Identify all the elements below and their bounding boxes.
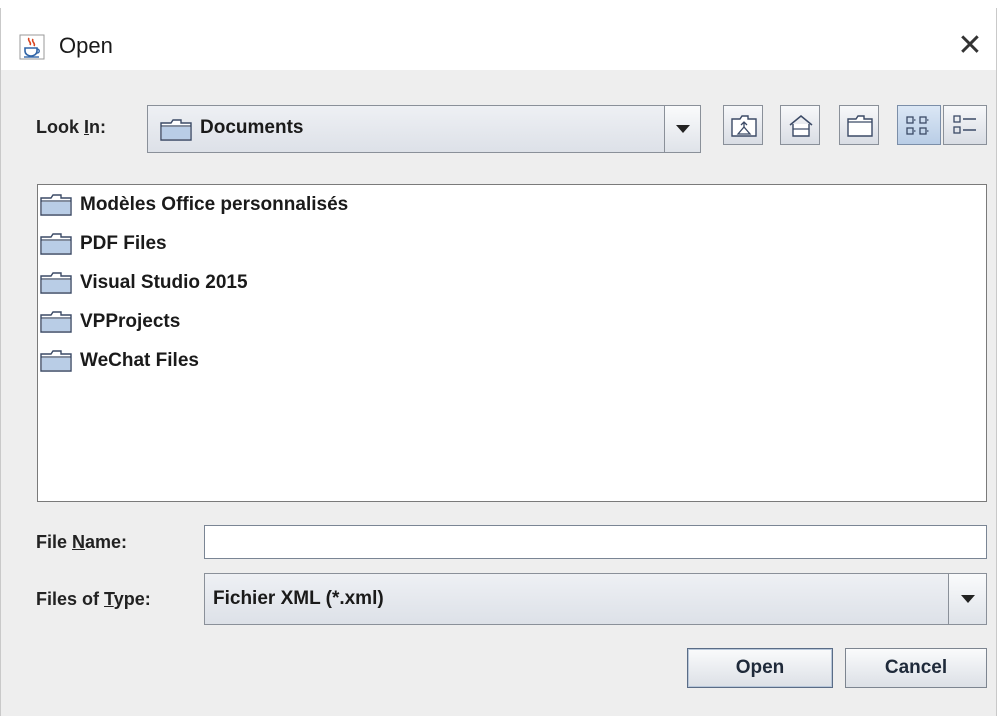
file-name-label: File Name: [36,532,128,552]
folder-icon [40,194,72,216]
up-one-level-button[interactable] [723,105,763,145]
file-list-item-name: Modèles Office personnalisés [80,194,349,215]
file-list-item-name: Visual Studio 2015 [80,272,248,293]
look-in-value: Documents [200,117,304,138]
file-list-item-name: WeChat Files [80,350,199,371]
open-button[interactable]: Open [687,648,833,688]
file-list[interactable]: Modèles Office personnalisés PDF Files Vis… [37,184,987,502]
folder-icon [40,272,72,294]
close-button[interactable]: ✕ [950,26,990,66]
new-folder-button[interactable] [839,105,879,145]
file-type-combo[interactable]: Fichier XML (*.xml) [204,573,987,625]
home-button[interactable] [780,105,820,145]
screen-edge [0,0,997,8]
up-folder-icon [731,115,757,137]
close-icon: ✕ [957,28,983,63]
details-view-toggle[interactable] [943,105,987,145]
folder-icon [160,119,192,141]
file-list-item[interactable]: WeChat Files [40,343,199,379]
file-list-item[interactable]: PDF Files [40,226,167,262]
look-in-combo[interactable]: Documents [147,105,701,153]
java-coffee-cup-icon [19,34,45,60]
open-dialog: Open ✕ Look In: Documents Modèles Office… [0,8,997,716]
file-list-item[interactable]: Modèles Office personnalisés [40,187,348,223]
look-in-label: Look In: [36,117,107,137]
chevron-down-icon [675,125,690,133]
new-folder-icon [847,115,873,137]
file-type-value: Fichier XML (*.xml) [213,588,384,609]
look-in-dropdown-button[interactable] [664,106,700,152]
cancel-button[interactable]: Cancel [845,648,987,688]
file-name-input[interactable] [204,525,987,559]
folder-icon [40,311,72,333]
details-view-icon [953,115,976,134]
home-icon [789,115,813,137]
file-type-dropdown-button[interactable] [948,574,986,624]
file-type-label: Files of Type: [36,589,151,609]
folder-icon [40,233,72,255]
file-list-item[interactable]: Visual Studio 2015 [40,265,248,301]
file-list-item-name: PDF Files [80,233,167,254]
folder-icon [40,350,72,372]
chevron-down-icon [960,595,975,603]
file-list-item[interactable]: VPProjects [40,304,180,340]
window-title: Open [59,33,113,58]
list-view-icon [906,116,930,135]
list-view-toggle[interactable] [897,105,941,145]
file-list-item-name: VPProjects [80,311,181,332]
title-bar: Open ✕ [1,8,996,70]
